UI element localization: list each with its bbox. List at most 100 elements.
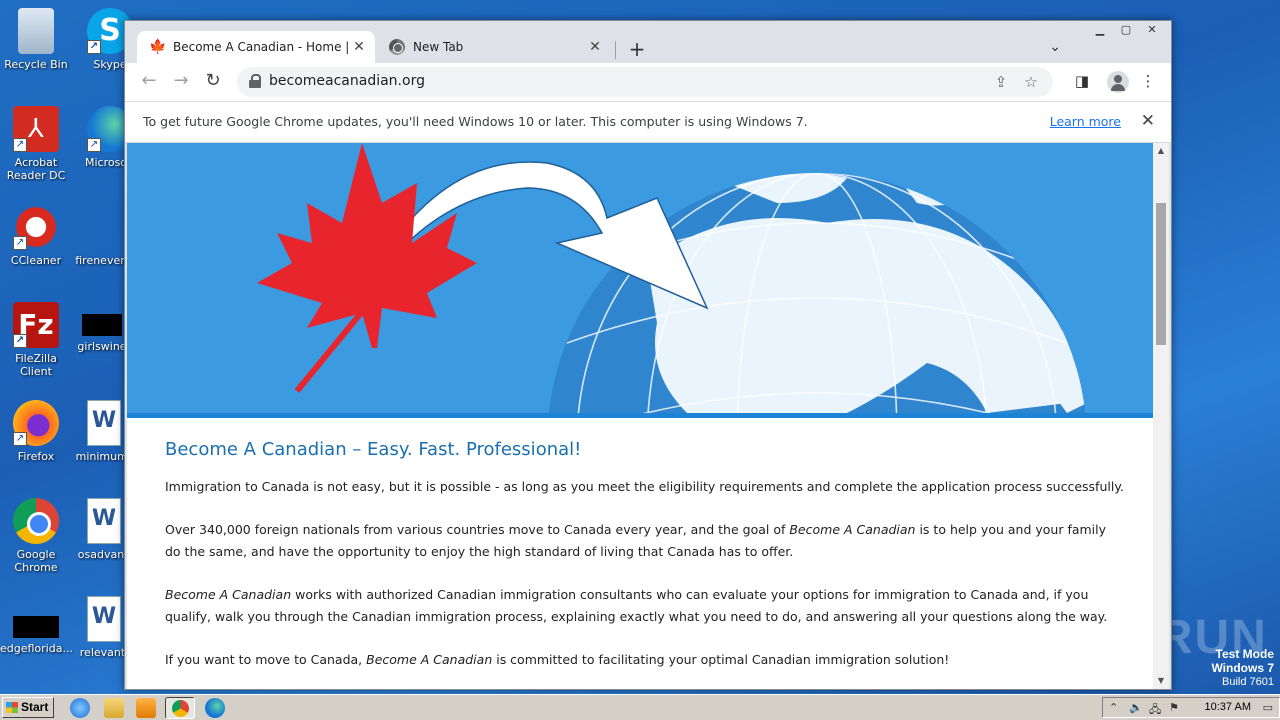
- tab-search-chevron-icon[interactable]: ⌄: [1049, 39, 1061, 55]
- tab-title: Become A Canadian - Home | Start y: [173, 40, 351, 54]
- shortcut-arrow-icon: ↗: [13, 236, 27, 250]
- browser-toolbar: ← → ↻ becomeacanadian.org ⇪ ☆ ◨ ⋮: [125, 63, 1171, 101]
- infobar-close-button[interactable]: ✕: [1141, 111, 1155, 131]
- tab-close-button[interactable]: ✕: [587, 39, 603, 55]
- desktop-icon-label: edgeflorida...: [0, 642, 73, 655]
- tab-strip: 🍁 Become A Canadian - Home | Start y ✕ N…: [125, 29, 1171, 63]
- page-heading: Become A Canadian – Easy. Fast. Professi…: [165, 439, 582, 460]
- paragraph-text: works with authorized Canadian immigrati…: [165, 587, 1108, 624]
- chrome-icon: [172, 700, 189, 717]
- desktop-icon-google-chrome[interactable]: Google Chrome: [0, 498, 72, 574]
- windows-test-mode-watermark: Test Mode Windows 7 Build 7601: [1211, 648, 1274, 689]
- desktop-icon-label: Firefox: [17, 450, 55, 463]
- watermark-line: Build 7601: [1222, 676, 1274, 688]
- filezilla-icon: Fz ↗: [13, 302, 59, 348]
- lock-icon[interactable]: [249, 74, 261, 88]
- infobar-message: To get future Google Chrome updates, you…: [143, 114, 808, 129]
- paragraph-text: Over 340,000 foreign nationals from vari…: [165, 522, 790, 537]
- internet-explorer-icon[interactable]: [70, 698, 90, 718]
- watermark-line: Test Mode: [1215, 647, 1274, 661]
- word-document-icon: W: [87, 596, 121, 642]
- maple-leaf-icon: [257, 143, 477, 348]
- tab-close-button[interactable]: ✕: [351, 39, 367, 55]
- desktop-icon-acrobat[interactable]: ⅄ ↗ Acrobat Reader DC: [0, 106, 72, 182]
- update-infobar: To get future Google Chrome updates, you…: [125, 101, 1171, 143]
- show-desktop-icon[interactable]: ▭: [1263, 701, 1273, 714]
- desktop-icon-label: firenever: [75, 254, 125, 267]
- paragraph-3: Become A Canadian works with authorized …: [165, 584, 1125, 628]
- edge-icon[interactable]: [205, 698, 225, 718]
- tab-new-tab[interactable]: New Tab ✕: [377, 31, 611, 63]
- black-file-icon: [13, 616, 59, 638]
- share-icon[interactable]: ⇪: [991, 73, 1011, 91]
- paragraph-text: Immigration to Canada is not easy, but i…: [165, 479, 1124, 494]
- taskbar: Start ⌃ 🔈 🖧 ⚑ 10:37 AM ▭: [0, 694, 1280, 720]
- hero-illustration: [257, 143, 1087, 413]
- kebab-menu-icon[interactable]: ⋮: [1137, 72, 1159, 90]
- file-explorer-icon[interactable]: [104, 698, 124, 718]
- recycle-bin-icon: [18, 8, 54, 54]
- profile-avatar-icon[interactable]: [1107, 71, 1129, 93]
- chrome-taskbar-button[interactable]: [165, 697, 195, 719]
- learn-more-link[interactable]: Learn more: [1050, 114, 1121, 129]
- scroll-down-arrow-icon[interactable]: ▼: [1153, 673, 1169, 689]
- desktop-icon-label: relevanti: [79, 646, 129, 659]
- scroll-up-arrow-icon[interactable]: ▲: [1153, 143, 1169, 159]
- desktop-icon-edgeflorida[interactable]: edgeflorida...: [0, 604, 73, 655]
- url-text[interactable]: becomeacanadian.org: [269, 73, 425, 89]
- brand-emphasis: Become A Canadian: [366, 652, 493, 667]
- action-center-flag-icon[interactable]: ⚑: [1169, 701, 1179, 714]
- paragraph-text: is committed to facilitating your optima…: [492, 652, 950, 667]
- brand-emphasis: Become A Canadian: [165, 587, 292, 602]
- side-panel-icon[interactable]: ◨: [1071, 72, 1093, 90]
- reload-button[interactable]: ↻: [201, 71, 225, 91]
- page-content: Become A Canadian – Easy. Fast. Professi…: [165, 439, 1125, 689]
- paragraph-1: Immigration to Canada is not easy, but i…: [165, 476, 1125, 498]
- scroll-thumb[interactable]: [1156, 203, 1166, 345]
- paragraph-2: Over 340,000 foreign nationals from vari…: [165, 519, 1125, 563]
- desktop-icon-label: Recycle Bin: [4, 58, 68, 71]
- shortcut-arrow-icon: ↗: [13, 432, 27, 446]
- tab-separator: [615, 41, 616, 59]
- word-document-icon: W: [87, 498, 121, 544]
- shortcut-arrow-icon: ↗: [87, 40, 101, 54]
- paragraph-4: If you want to move to Canada, Become A …: [165, 649, 1125, 671]
- desktop-icon-firefox[interactable]: ↗ Firefox: [0, 400, 72, 463]
- maple-leaf-favicon-icon: 🍁: [149, 39, 167, 55]
- brand-emphasis: Become A Canadian: [789, 522, 916, 537]
- desktop-icon-label: CCleaner: [10, 254, 62, 267]
- page-scrollbar[interactable]: ▲ ▼: [1153, 143, 1169, 689]
- chrome-window: ▁ ▢ ✕ 🍁 Become A Canadian - Home | Start…: [124, 20, 1172, 690]
- paragraph-text: If you want to move to Canada,: [165, 652, 367, 667]
- volume-icon[interactable]: 🔈: [1129, 701, 1143, 714]
- chrome-icon: [13, 498, 59, 544]
- acrobat-icon: ⅄ ↗: [13, 106, 59, 152]
- address-bar[interactable]: becomeacanadian.org ⇪ ☆: [237, 67, 1053, 97]
- back-button[interactable]: ←: [137, 71, 161, 91]
- shortcut-arrow-icon: ↗: [13, 334, 27, 348]
- hero-divider: [127, 413, 1154, 418]
- desktop-icon-filezilla[interactable]: Fz ↗ FileZilla Client: [0, 302, 72, 378]
- media-player-icon[interactable]: [136, 698, 156, 718]
- desktop-icon-recycle-bin[interactable]: Recycle Bin: [0, 8, 72, 71]
- watermark-line: Windows 7: [1211, 661, 1274, 675]
- desktop-icon-ccleaner[interactable]: ↗ CCleaner: [0, 204, 72, 267]
- word-document-icon: W: [87, 400, 121, 446]
- tray-expand-icon[interactable]: ⌃: [1109, 701, 1118, 714]
- firefox-icon: ↗: [13, 400, 59, 446]
- desktop-icon-label: girlswine: [77, 340, 127, 353]
- new-tab-button[interactable]: +: [625, 37, 649, 61]
- desktop-icon-label: Acrobat Reader DC: [6, 156, 66, 182]
- tab-title: New Tab: [413, 40, 464, 54]
- desktop-icon-label: Google Chrome: [14, 548, 58, 574]
- blank-file-icon: [77, 204, 123, 250]
- page-viewport: Become A Canadian – Easy. Fast. Professi…: [127, 143, 1154, 689]
- shortcut-arrow-icon: ↗: [87, 138, 101, 152]
- network-icon[interactable]: 🖧: [1149, 701, 1161, 720]
- forward-button[interactable]: →: [169, 71, 193, 91]
- clock[interactable]: 10:37 AM: [1205, 701, 1251, 713]
- tab-become-a-canadian[interactable]: 🍁 Become A Canadian - Home | Start y ✕: [137, 31, 375, 63]
- bookmark-star-icon[interactable]: ☆: [1021, 73, 1041, 91]
- start-button[interactable]: Start: [2, 697, 54, 718]
- hero-banner: [127, 143, 1154, 413]
